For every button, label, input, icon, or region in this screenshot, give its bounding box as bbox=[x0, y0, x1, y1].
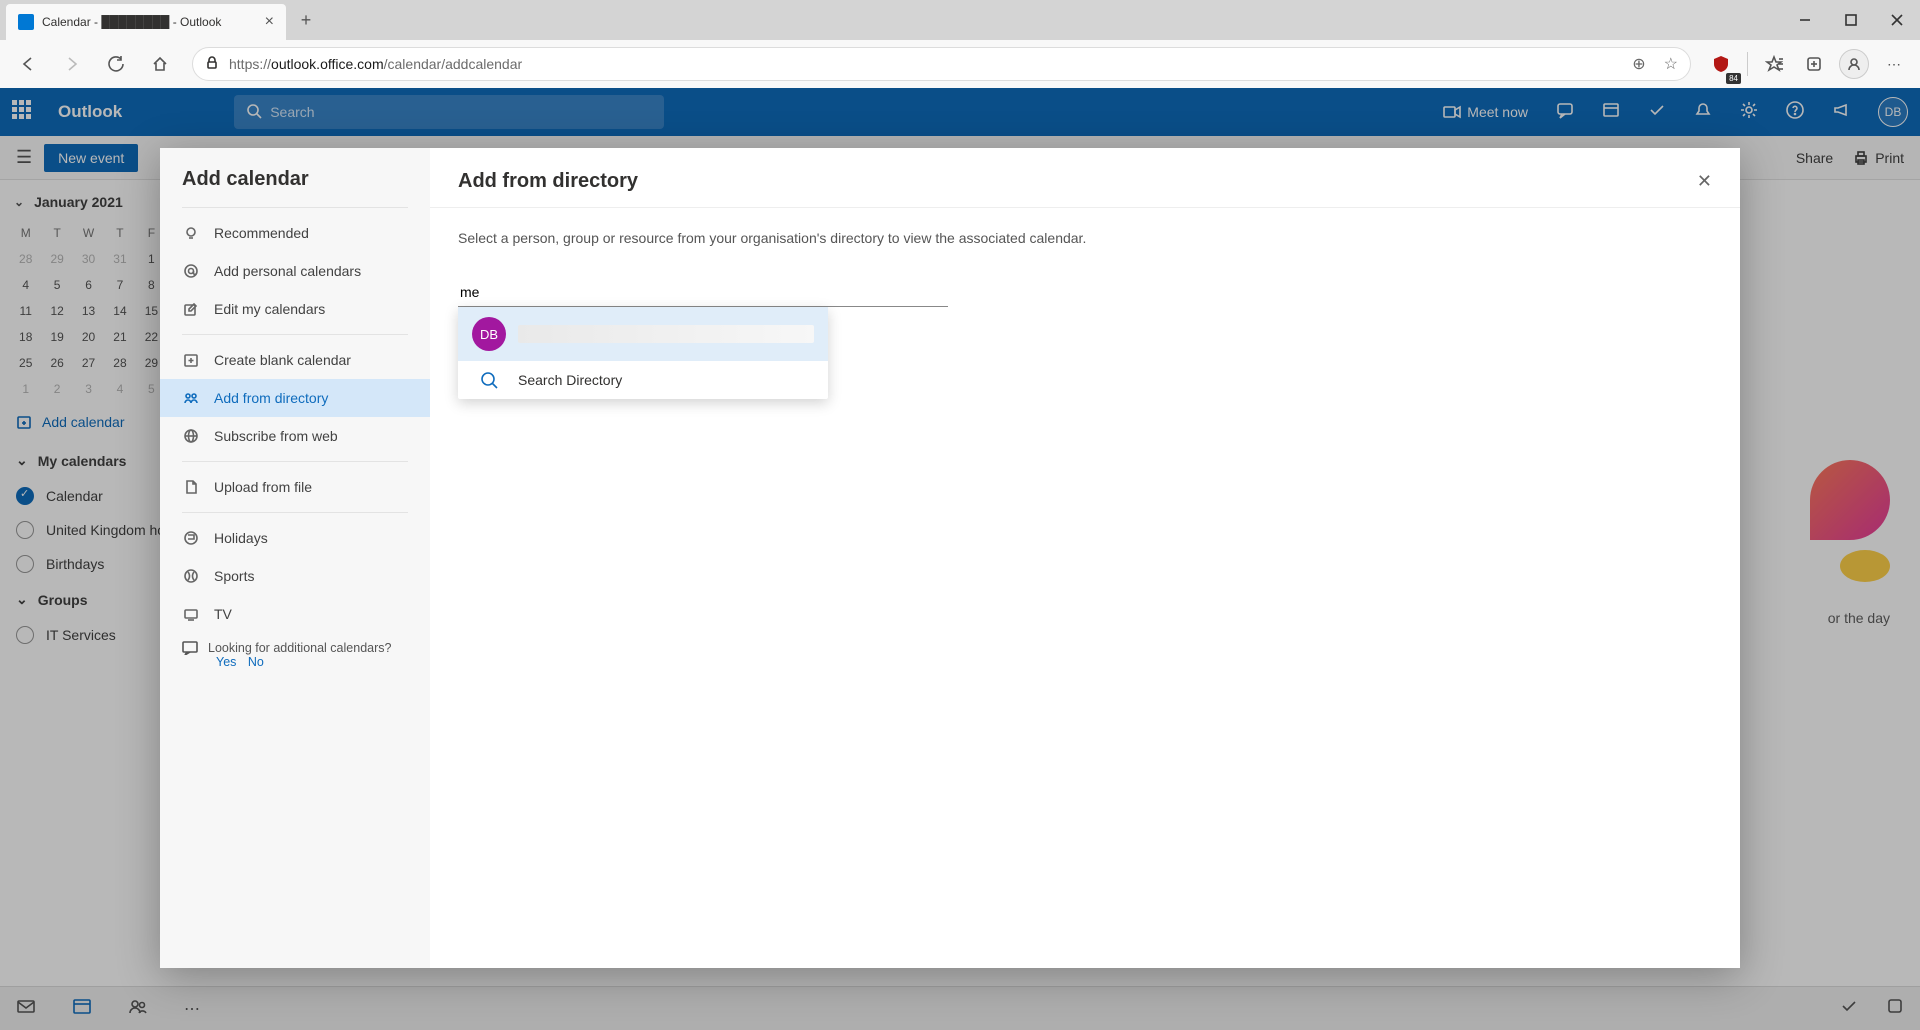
adblock-icon[interactable]: 84 bbox=[1703, 46, 1739, 82]
directory-search-input[interactable] bbox=[458, 278, 948, 307]
search-directory-label: Search Directory bbox=[518, 372, 622, 388]
window-maximize-button[interactable] bbox=[1828, 4, 1874, 36]
person-avatar-icon: DB bbox=[472, 317, 506, 351]
suggestion-name-redacted bbox=[518, 325, 814, 343]
modal-nav-upload-from-file[interactable]: Upload from file bbox=[160, 468, 430, 506]
feedback-yes-link[interactable]: Yes bbox=[216, 655, 236, 669]
refresh-button[interactable] bbox=[96, 44, 136, 84]
back-button[interactable] bbox=[8, 44, 48, 84]
browser-chrome: Calendar - ████████ - Outlook × + https:… bbox=[0, 0, 1920, 88]
at-icon bbox=[182, 263, 200, 279]
tv-icon bbox=[182, 606, 200, 622]
globe-icon bbox=[182, 428, 200, 444]
tab-bar: Calendar - ████████ - Outlook × + bbox=[0, 0, 1920, 40]
search-icon bbox=[472, 371, 506, 389]
browser-tab[interactable]: Calendar - ████████ - Outlook × bbox=[6, 4, 286, 40]
modal-sidebar-title: Add calendar bbox=[160, 168, 430, 201]
adblock-badge: 84 bbox=[1726, 73, 1741, 84]
feedback-no-link[interactable]: No bbox=[248, 655, 264, 669]
url-input[interactable]: https://outlook.office.com/calendar/addc… bbox=[192, 47, 1691, 81]
modal-nav-create-blank-calendar[interactable]: Create blank calendar bbox=[160, 341, 430, 379]
dir-icon bbox=[182, 390, 200, 406]
browser-menu-button[interactable]: ⋯ bbox=[1876, 46, 1912, 82]
bulb-icon bbox=[182, 225, 200, 241]
lock-icon bbox=[205, 56, 219, 73]
tab-title: Calendar - ████████ - Outlook bbox=[42, 15, 257, 29]
favorite-star-icon[interactable]: ☆ bbox=[1664, 54, 1678, 74]
tab-close-icon[interactable]: × bbox=[265, 13, 274, 31]
modal-nav-sports[interactable]: Sports bbox=[160, 557, 430, 595]
forward-button[interactable] bbox=[52, 44, 92, 84]
feedback-icon bbox=[182, 641, 198, 658]
modal-nav-tv[interactable]: TV bbox=[160, 595, 430, 633]
modal-close-button[interactable]: ✕ bbox=[1697, 171, 1712, 192]
add-calendar-modal: Add calendar RecommendedAdd personal cal… bbox=[160, 148, 1740, 968]
suggestion-person[interactable]: DB bbox=[458, 307, 828, 361]
modal-nav-add-personal-calendars[interactable]: Add personal calendars bbox=[160, 252, 430, 290]
window-controls bbox=[1782, 4, 1920, 36]
profile-button[interactable] bbox=[1836, 46, 1872, 82]
home-button[interactable] bbox=[140, 44, 180, 84]
modal-nav-add-from-directory[interactable]: Add from directory bbox=[160, 379, 430, 417]
add-page-icon[interactable]: ⊕ bbox=[1632, 54, 1645, 74]
window-minimize-button[interactable] bbox=[1782, 4, 1828, 36]
modal-nav-holidays[interactable]: Holidays bbox=[160, 519, 430, 557]
window-close-button[interactable] bbox=[1874, 4, 1920, 36]
outlook-favicon-icon bbox=[18, 14, 34, 30]
collections-icon[interactable] bbox=[1796, 46, 1832, 82]
ball-icon bbox=[182, 568, 200, 584]
favorites-icon[interactable] bbox=[1756, 46, 1792, 82]
modal-footer-text: Looking for additional calendars? bbox=[208, 641, 391, 655]
url-text: https://outlook.office.com/calendar/addc… bbox=[229, 56, 522, 72]
file-icon bbox=[182, 479, 200, 495]
search-suggestions-dropdown: DB Search Directory bbox=[458, 307, 828, 399]
address-bar: https://outlook.office.com/calendar/addc… bbox=[0, 40, 1920, 88]
modal-title: Add from directory bbox=[458, 170, 638, 193]
search-directory-option[interactable]: Search Directory bbox=[458, 361, 828, 399]
modal-sidebar: Add calendar RecommendedAdd personal cal… bbox=[160, 148, 430, 968]
modal-nav-subscribe-from-web[interactable]: Subscribe from web bbox=[160, 417, 430, 455]
new-tab-button[interactable]: + bbox=[290, 4, 322, 36]
modal-description: Select a person, group or resource from … bbox=[458, 230, 1712, 246]
modal-main: Add from directory ✕ Select a person, gr… bbox=[430, 148, 1740, 968]
modal-nav-recommended[interactable]: Recommended bbox=[160, 214, 430, 252]
flag-icon bbox=[182, 530, 200, 546]
blank-icon bbox=[182, 352, 200, 368]
modal-nav-edit-my-calendars[interactable]: Edit my calendars bbox=[160, 290, 430, 328]
edit-icon bbox=[182, 301, 200, 317]
